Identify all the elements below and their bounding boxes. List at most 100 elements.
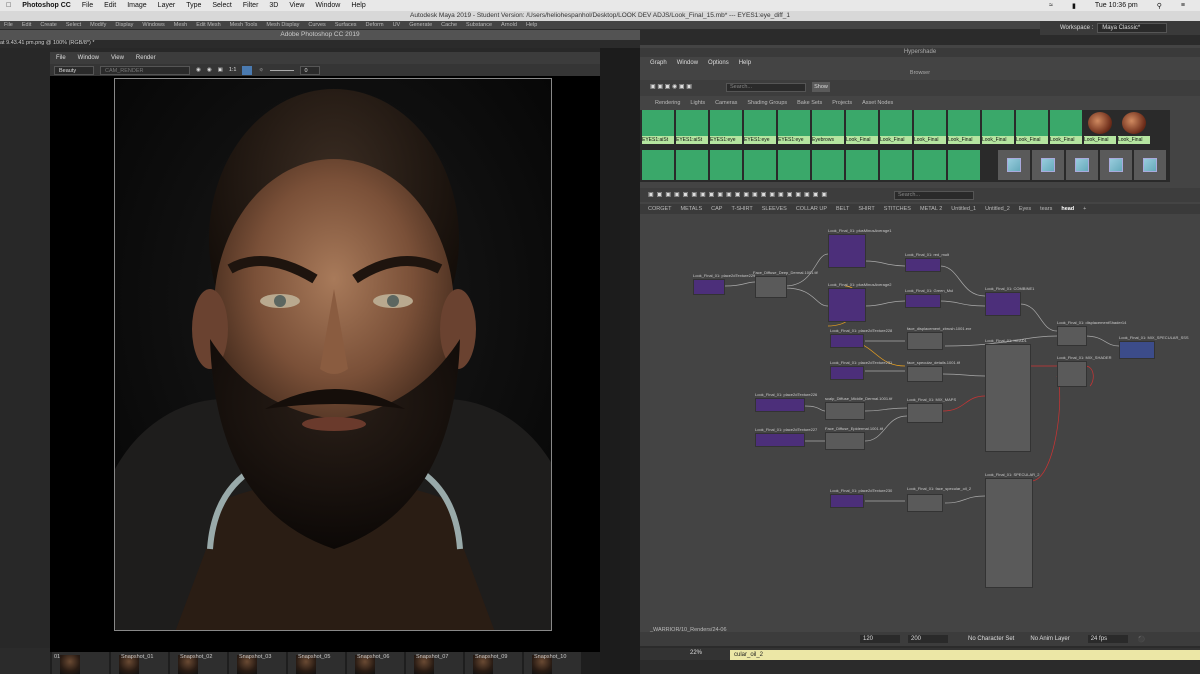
maya-menu-item[interactable]: Help bbox=[526, 22, 537, 28]
place2d-node[interactable] bbox=[830, 494, 864, 508]
material-swatch[interactable]: Look_Final bbox=[982, 110, 1014, 144]
place2d-node[interactable] bbox=[830, 366, 864, 380]
snapshot-item[interactable]: Snapshot_09 bbox=[465, 652, 522, 674]
snapshot-item[interactable]: Snapshot_05 bbox=[288, 652, 345, 674]
tab-projects[interactable]: Projects bbox=[832, 100, 852, 106]
graph-tab[interactable]: COLLAR UP bbox=[796, 206, 827, 212]
graph-tab[interactable]: Untitled_2 bbox=[985, 206, 1010, 212]
hs-menu-graph[interactable]: Graph bbox=[650, 60, 667, 66]
snapshot-item[interactable]: Snapshot_07 bbox=[406, 652, 463, 674]
material-swatch-row2[interactable] bbox=[812, 150, 844, 180]
camera-dropdown[interactable]: CAM_RENDER bbox=[100, 65, 190, 75]
material-swatch-row2[interactable] bbox=[914, 150, 946, 180]
frame-start-field[interactable]: 120 bbox=[860, 635, 900, 643]
displacement-node[interactable] bbox=[1057, 326, 1087, 346]
graph-tab[interactable]: METAL 2 bbox=[920, 206, 942, 212]
tab-lights[interactable]: Lights bbox=[690, 100, 705, 106]
rv-menu-window[interactable]: Window bbox=[78, 55, 99, 61]
maya-menu-item[interactable]: Deform bbox=[366, 22, 384, 28]
material-swatch[interactable]: Look_Final bbox=[1050, 110, 1082, 144]
snapshot-item[interactable]: Snapshot_02 bbox=[170, 652, 227, 674]
material-swatch-row2[interactable] bbox=[642, 150, 674, 180]
tab-rendering[interactable]: Rendering bbox=[655, 100, 680, 106]
material-swatch[interactable]: Look_Final bbox=[1016, 110, 1048, 144]
menu-window[interactable]: Window bbox=[315, 2, 340, 9]
aov-dropdown[interactable]: Beauty bbox=[54, 65, 94, 75]
maya-menu-item[interactable]: File bbox=[4, 22, 13, 28]
menu-view[interactable]: View bbox=[289, 2, 304, 9]
material-swatch-row2[interactable] bbox=[744, 150, 776, 180]
graph-tab[interactable]: CORGET bbox=[648, 206, 672, 212]
maya-menu-item[interactable]: Mesh Display bbox=[266, 22, 299, 28]
show-button[interactable]: Show bbox=[812, 82, 830, 92]
wifi-icon[interactable]: ≈ bbox=[1049, 2, 1053, 9]
graph-tab[interactable]: Eyes bbox=[1019, 206, 1031, 212]
multiply-node[interactable] bbox=[905, 258, 941, 272]
ratio-label[interactable]: 1:1 bbox=[229, 67, 237, 73]
shader-swatch[interactable] bbox=[998, 150, 1030, 180]
maya-menu-item[interactable]: Surfaces bbox=[335, 22, 357, 28]
menu-select[interactable]: Select bbox=[212, 2, 231, 9]
maya-menu-item[interactable]: Edit bbox=[22, 22, 31, 28]
graph-tab-active[interactable]: head bbox=[1061, 206, 1074, 212]
mix-shader-node[interactable] bbox=[1057, 361, 1087, 387]
material-swatch[interactable]: Eyebrows bbox=[812, 110, 844, 144]
anim-layer-dropdown[interactable]: No Anim Layer bbox=[1030, 636, 1069, 642]
material-swatch[interactable]: EYES1:aiSt bbox=[642, 110, 674, 144]
maya-menu-item[interactable]: Create bbox=[40, 22, 57, 28]
fps-dropdown[interactable]: 24 fps bbox=[1087, 635, 1128, 643]
menu-3d[interactable]: 3D bbox=[269, 2, 278, 9]
standard-surface-node[interactable] bbox=[985, 478, 1033, 588]
rv-menu-render[interactable]: Render bbox=[136, 55, 156, 61]
snapshot-item[interactable]: Snapshot_03 bbox=[229, 652, 286, 674]
shading-group-node[interactable] bbox=[1119, 341, 1155, 359]
workspace-dropdown[interactable]: Maya Classic* bbox=[1097, 23, 1168, 33]
place2d-node[interactable] bbox=[830, 334, 864, 348]
tab-asset-nodes[interactable]: Asset Nodes bbox=[862, 100, 893, 106]
material-swatch[interactable]: EYES1:eye bbox=[778, 110, 810, 144]
place2d-node[interactable] bbox=[755, 433, 805, 447]
maya-menu-item[interactable]: Edit Mesh bbox=[196, 22, 220, 28]
menu-help[interactable]: Help bbox=[351, 2, 365, 9]
key-icon[interactable]: ⚫ bbox=[1138, 636, 1145, 643]
battery-icon[interactable]: ▮ bbox=[1072, 2, 1076, 10]
ipr-icon[interactable]: ◉ bbox=[207, 67, 212, 73]
character-set-dropdown[interactable]: No Character Set bbox=[968, 636, 1014, 642]
maya-menu-item[interactable]: UV bbox=[393, 22, 401, 28]
snapshot-item[interactable]: 01 bbox=[52, 652, 109, 674]
shader-swatch[interactable] bbox=[1032, 150, 1064, 180]
maya-menu-item[interactable]: Cache bbox=[441, 22, 457, 28]
maya-menu-item[interactable]: Display bbox=[115, 22, 133, 28]
graph-search-input[interactable]: Search... bbox=[894, 191, 974, 200]
maya-menu-item[interactable]: Modify bbox=[90, 22, 106, 28]
material-swatch-row2[interactable] bbox=[880, 150, 912, 180]
hs-menu-window[interactable]: Window bbox=[677, 60, 698, 66]
maya-menu-item[interactable]: Windows bbox=[142, 22, 164, 28]
apple-icon[interactable]:  bbox=[6, 2, 11, 9]
place2d-node[interactable] bbox=[693, 279, 725, 295]
browser-search-input[interactable]: Search... bbox=[726, 83, 806, 92]
hs-menu-help[interactable]: Help bbox=[739, 60, 751, 66]
exposure-value[interactable]: 0 bbox=[299, 65, 320, 75]
material-swatch[interactable]: Look_Final bbox=[1084, 110, 1116, 144]
material-swatch-row2[interactable] bbox=[948, 150, 980, 180]
menu-edit[interactable]: Edit bbox=[104, 2, 116, 9]
clock[interactable]: Tue 10:36 pm bbox=[1095, 2, 1138, 9]
combine-node[interactable] bbox=[985, 292, 1021, 316]
file-node[interactable] bbox=[825, 402, 865, 420]
material-swatch-row2[interactable] bbox=[710, 150, 742, 180]
material-swatch[interactable]: Look_Final bbox=[948, 110, 980, 144]
snapshot-icon[interactable] bbox=[242, 65, 253, 75]
menu-image[interactable]: Image bbox=[127, 2, 146, 9]
material-swatch[interactable]: EYES1:eye bbox=[710, 110, 742, 144]
graph-tab[interactable]: METALS bbox=[681, 206, 703, 212]
graph-tool-icons[interactable]: ▣▣▣▣▣▣▣▣▣▣▣▣▣▣▣▣▣▣▣▣▣ bbox=[648, 191, 830, 198]
crop-icon[interactable]: ▣ bbox=[218, 67, 223, 73]
graph-tab[interactable]: tears bbox=[1040, 206, 1052, 212]
frame-end-field[interactable]: 200 bbox=[908, 635, 948, 643]
menu-layer[interactable]: Layer bbox=[158, 2, 176, 9]
maya-menu-item[interactable]: Mesh bbox=[174, 22, 187, 28]
standard-surface-node[interactable] bbox=[985, 344, 1031, 452]
exposure-icon[interactable]: ☼ bbox=[258, 67, 263, 73]
maya-menu-item[interactable]: Generate bbox=[409, 22, 432, 28]
